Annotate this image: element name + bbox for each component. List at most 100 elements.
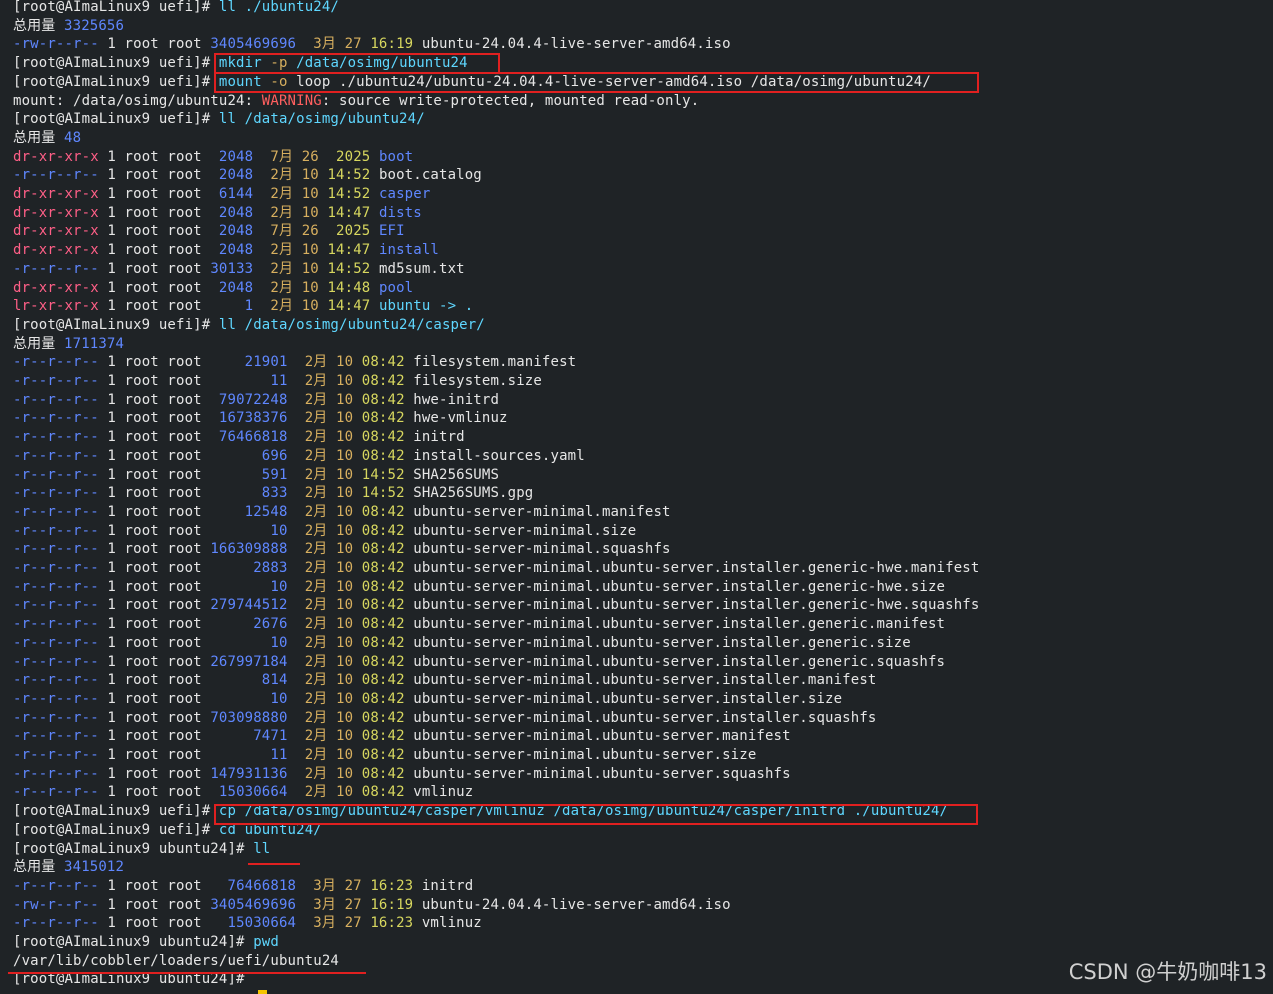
terminal-text-date: 2月 — [253, 279, 302, 296]
terminal-text-file: ubuntu-server-minimal.ubuntu-server.inst… — [404, 597, 980, 614]
terminal-text-plain: 1 root root — [98, 429, 219, 446]
terminal-text-time: 08:42 — [361, 560, 405, 576]
terminal-text-perm: -rw-r--r-- — [13, 36, 99, 53]
terminal-text-plain: 1 root root — [98, 634, 271, 651]
terminal-line: -r--r--r-- 1 root root 2048 2月 10 14:52 … — [13, 166, 482, 185]
terminal-text-plain: : source write-protected, mounted read-o… — [321, 92, 700, 109]
terminal-text-size: 166309888 — [210, 541, 288, 558]
terminal-text-perm: -r--r--r-- — [13, 784, 99, 801]
terminal-text-file: ubuntu-server-minimal.ubuntu-server.squa… — [404, 765, 791, 782]
terminal-text-file: ubuntu-server-minimal.ubuntu-server.inst… — [404, 690, 843, 707]
terminal-text-plain: 1 root root — [98, 354, 245, 371]
terminal-line: 总用量 3325656 — [13, 17, 124, 36]
terminal-text-time: 08:42 — [361, 541, 405, 558]
terminal-text-time: 16:23 — [370, 877, 414, 894]
terminal-text-size: 696 — [261, 447, 288, 464]
terminal-text-time: 08:42 — [361, 578, 405, 595]
terminal-text-file: ubuntu-server-minimal.ubuntu-server.mani… — [404, 728, 791, 745]
terminal-text-date: 2月 — [287, 765, 337, 782]
terminal-text-size: 2048 — [218, 223, 254, 240]
terminal-text-file: ubuntu-server-minimal.ubuntu-server.inst… — [404, 616, 946, 633]
terminal-text-file: initrd — [404, 429, 465, 446]
terminal-text-time: 08:42 — [361, 653, 405, 670]
terminal-text-date: 10 — [336, 709, 362, 726]
terminal-text-total: 总用量 — [13, 859, 65, 876]
terminal-text-time: 08:42 — [361, 429, 405, 446]
terminal-text-date: 2月 — [287, 709, 337, 726]
terminal-text-date: 26 — [301, 223, 337, 240]
terminal-line: -r--r--r-- 1 root root 15030664 2月 10 08… — [13, 783, 473, 802]
terminal-text-time: 08:42 — [361, 503, 405, 520]
terminal-text-file: vmlinuz — [404, 784, 474, 801]
terminal-text-date: 10 — [336, 447, 362, 464]
terminal-text-file: ubuntu-server-minimal.ubuntu-server.inst… — [404, 709, 877, 726]
terminal-text-date: 2月 — [253, 260, 302, 277]
terminal-text-size: 16738376 — [218, 410, 288, 427]
terminal-text-file: ubuntu-server-minimal.manifest — [404, 503, 671, 520]
terminal-line: -r--r--r-- 1 root root 10 2月 10 08:42 ub… — [13, 634, 911, 653]
terminal-text-perm: -r--r--r-- — [13, 541, 99, 558]
terminal-text-plain: 1 root root — [98, 223, 219, 240]
terminal-line: 总用量 3415012 — [13, 858, 124, 877]
terminal-text-perm: -r--r--r-- — [13, 765, 99, 782]
terminal-line: -rw-r--r-- 1 root root 3405469696 3月 27 … — [13, 35, 731, 54]
terminal-text-time: 08:42 — [361, 354, 405, 371]
terminal-line: -r--r--r-- 1 root root 10 2月 10 08:42 ub… — [13, 522, 636, 541]
terminal-text-size: 703098880 — [210, 709, 288, 726]
terminal-text-date: 10 — [336, 616, 362, 633]
terminal-text-file: ubuntu-24.04.4-live-server-amd64.iso — [413, 896, 731, 913]
terminal-text-plain: 1 root root — [98, 877, 228, 894]
terminal-text-date: 2月 — [287, 373, 337, 389]
terminal-line: -r--r--r-- 1 root root 10 2月 10 08:42 ub… — [13, 578, 945, 597]
terminal-text-time: 08:42 — [361, 391, 405, 408]
terminal-text-file: install-sources.yaml — [404, 447, 585, 464]
terminal-text-date: 10 — [301, 204, 328, 221]
terminal-line: -r--r--r-- 1 root root 279744512 2月 10 0… — [13, 596, 979, 615]
terminal-text-time: 14:47 — [327, 242, 371, 259]
terminal-text-date: 10 — [301, 279, 328, 296]
terminal-text-time: 08:42 — [361, 784, 405, 801]
terminal-text-size: 10 — [270, 522, 288, 539]
terminal-text-size: 10 — [270, 578, 288, 595]
terminal-text-date: 2月 — [253, 242, 302, 259]
terminal-text-perm: -r--r--r-- — [13, 447, 99, 464]
terminal-window[interactable]: [root@AImaLinux9 uefi]# ll ./ubuntu24/总用… — [0, 0, 1273, 994]
terminal-text-plain: 1 root root — [98, 485, 262, 502]
terminal-text-plain: 1 root root — [98, 466, 262, 483]
terminal-text-time: 14:52 — [361, 485, 405, 502]
terminal-line: dr-xr-xr-x 1 root root 2048 2月 10 14:47 … — [13, 241, 439, 260]
terminal-text-link: ubuntu -> . — [370, 298, 474, 315]
terminal-line: -r--r--r-- 1 root root 12548 2月 10 08:42… — [13, 503, 671, 522]
terminal-text-date: 2月 — [287, 560, 337, 576]
terminal-text-date: 2月 — [287, 784, 337, 801]
terminal-text-plain: 1 root root — [98, 784, 219, 801]
terminal-text-time: 14:52 — [327, 260, 371, 277]
terminal-text-cmd: ll — [218, 0, 237, 15]
terminal-line: -r--r--r-- 1 root root 10 2月 10 08:42 ub… — [13, 690, 842, 709]
terminal-text-size: 279744512 — [210, 597, 288, 614]
terminal-text-plain: 1 root root — [98, 410, 219, 427]
terminal-text-dir: dists — [370, 204, 422, 221]
terminal-text-file: ubuntu-server-minimal.size — [404, 522, 637, 539]
terminal-text-plain: 1 root root — [98, 560, 254, 576]
terminal-text-date: 10 — [336, 354, 362, 371]
terminal-text-dir: install — [370, 242, 439, 259]
terminal-text-date: 10 — [301, 186, 328, 202]
terminal-text-size: 10 — [270, 634, 288, 651]
terminal-text-plain: 1 root root — [98, 298, 245, 315]
terminal-line: -r--r--r-- 1 root root 15030664 3月 27 16… — [13, 914, 482, 933]
terminal-text-dir: EFI — [370, 223, 405, 240]
terminal-cursor — [258, 990, 267, 994]
terminal-text-file: md5sum.txt — [370, 260, 465, 277]
terminal-line: 总用量 48 — [13, 129, 81, 148]
terminal-text-prompt: [root@AImaLinux9 uefi]# — [13, 0, 219, 15]
terminal-text-date: 10 — [336, 429, 362, 446]
terminal-text-size: 3405469696 — [210, 896, 297, 913]
terminal-text-perm: -r--r--r-- — [13, 616, 99, 633]
terminal-text-num: 3415012 — [64, 859, 125, 876]
terminal-line: dr-xr-xr-x 1 root root 2048 7月 26 2025 b… — [13, 148, 413, 167]
terminal-text-plain: 1 root root — [98, 522, 271, 539]
terminal-text-warn: WARNING — [261, 92, 322, 109]
terminal-text-date: 2月 — [287, 747, 337, 763]
terminal-text-size: 2048 — [218, 167, 254, 184]
